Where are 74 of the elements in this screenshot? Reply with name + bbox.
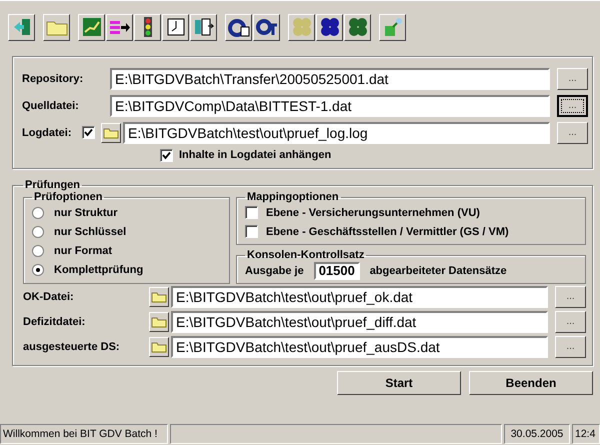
count-field[interactable]: 01500 xyxy=(314,262,360,280)
field-label: ausgesteuerte DS: xyxy=(23,340,121,352)
checkbox-label: Ebene - Versicherungsunternehmen (VU) xyxy=(266,206,480,218)
path-field[interactable]: E:\BITGDVComp\Data\BITTEST-1.dat xyxy=(110,94,550,116)
quit-button[interactable]: Beenden xyxy=(469,371,593,395)
radio-button[interactable] xyxy=(32,226,44,238)
radio-label: Komplettprüfung xyxy=(54,264,144,276)
toolbar-button[interactable] xyxy=(253,14,280,40)
toolbar-button[interactable] xyxy=(344,14,371,40)
toolbar-button[interactable] xyxy=(134,14,161,40)
field-label: Ausgabe je xyxy=(245,264,304,276)
toolbar-button[interactable] xyxy=(316,14,343,40)
start-button[interactable]: Start xyxy=(337,371,461,395)
folder-icon xyxy=(151,315,167,328)
field-label: Quelldatei: xyxy=(22,100,80,112)
toolbar-button[interactable] xyxy=(162,14,189,40)
field-label: Defizitdatei: xyxy=(23,316,86,328)
chart-icon xyxy=(82,17,102,37)
path-field[interactable]: E:\BITGDVBatch\test\out\pruef_ausDS.dat xyxy=(171,336,548,358)
field-label: abgearbeiteter Datensätze xyxy=(370,264,507,276)
checkbox-label: Inhalte in Logdatei anhängen xyxy=(179,149,332,161)
checkbox-label: Ebene - Geschäftsstellen / Vermittler (GS / VM) xyxy=(266,226,509,238)
toolbar-button[interactable] xyxy=(225,14,252,40)
letters-icon xyxy=(256,17,278,37)
path-field[interactable]: E:\BITGDVBatch\test\out\pruef_ok.dat xyxy=(171,286,548,308)
toolbar-button[interactable] xyxy=(190,14,217,40)
folder-icon xyxy=(103,126,119,139)
toolbar-button[interactable] xyxy=(288,14,315,40)
radio-label: nur Struktur xyxy=(54,206,118,218)
toolbar-button[interactable] xyxy=(43,14,70,40)
document-arrow-icon xyxy=(194,17,214,37)
group-title: Konsolen-Kontrollsatz xyxy=(246,249,366,261)
path-field[interactable]: E:\BITGDVBatch\Transfer\20050525001.dat xyxy=(110,68,550,90)
append-checkbox[interactable] xyxy=(160,148,173,162)
radio-label: nur Format xyxy=(54,244,112,256)
clock-icon xyxy=(166,17,186,37)
browse-button[interactable]: ... xyxy=(555,310,586,332)
browse-button[interactable]: ... xyxy=(555,336,586,358)
browse-button[interactable]: ... xyxy=(557,68,588,90)
group-title: Mappingoptionen xyxy=(246,191,340,203)
radio-label: nur Schlüssel xyxy=(54,226,126,238)
checkbox[interactable] xyxy=(245,225,258,238)
status-time: 12:4 xyxy=(572,424,600,444)
browse-button[interactable]: ... xyxy=(557,94,588,116)
folder-button[interactable] xyxy=(101,122,121,142)
toolbar-button[interactable] xyxy=(8,14,35,40)
log-checkbox[interactable] xyxy=(82,126,95,139)
folder-icon xyxy=(151,290,167,303)
radio-button[interactable] xyxy=(32,244,44,256)
checkbox[interactable] xyxy=(245,206,258,219)
arrow-icon xyxy=(108,18,130,36)
folder-button[interactable] xyxy=(149,336,169,356)
toolbar-button[interactable] xyxy=(106,14,133,40)
letter-c-icon xyxy=(228,17,250,37)
plant-icon xyxy=(382,17,402,37)
field-label: Repository: xyxy=(22,72,84,84)
toolbar-button[interactable] xyxy=(78,14,105,40)
group-title: Prüfoptionen xyxy=(33,191,104,203)
radio-button[interactable] xyxy=(32,264,44,276)
radio-button[interactable] xyxy=(32,206,44,218)
status-date: 30.05.2005 xyxy=(504,424,570,444)
folder-button[interactable] xyxy=(149,286,169,306)
path-field[interactable]: E:\BITGDVBatch\test\out\pruef_diff.dat xyxy=(171,310,548,332)
folder-button[interactable] xyxy=(149,312,169,332)
toolbar-button[interactable] xyxy=(379,14,406,40)
field-label: Logdatei: xyxy=(22,126,72,138)
group-title: Prüfungen xyxy=(24,179,81,191)
browse-button[interactable]: ... xyxy=(557,122,588,144)
field-label: OK-Datei: xyxy=(23,290,75,302)
browse-button[interactable]: ... xyxy=(555,286,586,308)
folder-icon xyxy=(151,340,167,353)
arrow-door-icon xyxy=(12,17,32,37)
path-field[interactable]: E:\BITGDVBatch\test\out\pruef_log.log xyxy=(123,122,550,144)
status-message: Willkommen bei BIT GDV Batch ! xyxy=(0,424,168,444)
